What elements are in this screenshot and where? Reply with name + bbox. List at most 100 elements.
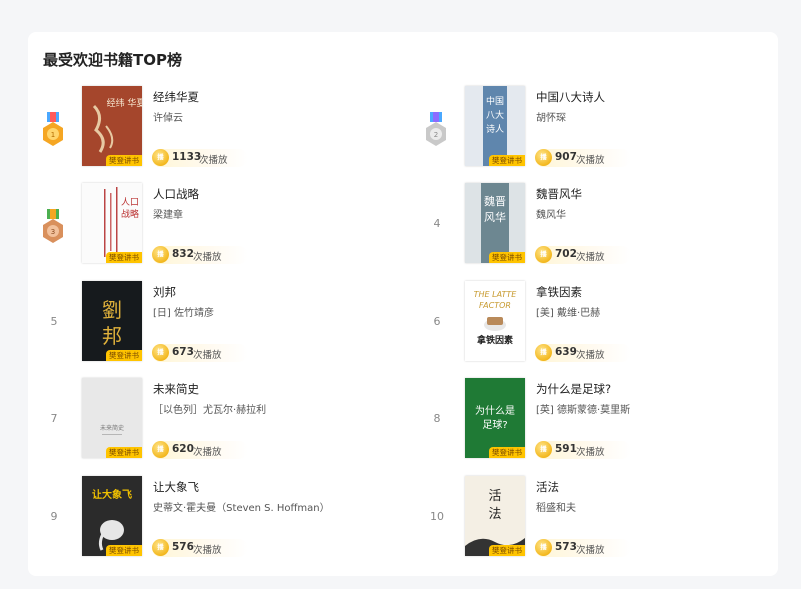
book-cover[interactable]: 活 法 樊登讲书 — [465, 476, 525, 556]
svg-text:让大象飞: 让大象飞 — [92, 488, 132, 501]
play-count: 591 — [555, 443, 577, 455]
svg-text:劉: 劉 — [102, 298, 122, 322]
svg-text:魏晋: 魏晋 — [484, 194, 506, 208]
rank-number: 8 — [433, 412, 441, 425]
svg-text:经纬 华夏: 经纬 华夏 — [107, 97, 142, 109]
book-item-3[interactable]: 3 人口 战略 樊登讲书 人口战略 梁建章 播 832 次播放 — [28, 183, 368, 265]
play-unit: 次播放 — [576, 350, 605, 361]
book-item-10[interactable]: 10 活 法 樊登讲书 活法 稻盛和夫 播 573 次播放 — [411, 476, 751, 558]
fandeng-badge: 樊登讲书 — [106, 155, 142, 166]
book-author: 许倬云 — [153, 113, 183, 124]
play-count-pill: 播 907 次播放 — [535, 149, 631, 167]
play-coin-icon: 播 — [535, 344, 552, 361]
book-title[interactable]: 为什么是足球? — [536, 381, 611, 397]
play-count-pill: 播 673 次播放 — [152, 344, 248, 362]
book-author: 胡怀琛 — [536, 113, 566, 124]
book-cover[interactable]: 让大象飞 樊登讲书 — [82, 476, 142, 556]
play-count: 576 — [172, 541, 194, 553]
play-coin-icon: 播 — [152, 441, 169, 458]
play-coin-icon: 播 — [535, 539, 552, 556]
play-unit: 次播放 — [576, 447, 605, 458]
svg-text:活: 活 — [488, 489, 501, 504]
book-title[interactable]: 经纬华夏 — [153, 89, 199, 105]
book-item-5[interactable]: 5 劉 邦 樊登讲书 刘邦 [日] 佐竹靖彦 播 673 次播放 — [28, 281, 368, 363]
book-author: 魏风华 — [536, 210, 566, 221]
rank-number: 4 — [433, 217, 441, 230]
play-coin-icon: 播 — [535, 441, 552, 458]
book-cover[interactable]: 中国 八大 诗人 樊登讲书 — [465, 86, 525, 166]
svg-text:为什么是: 为什么是 — [475, 405, 515, 417]
play-count: 573 — [555, 541, 577, 553]
book-title[interactable]: 人口战略 — [153, 186, 199, 202]
rank-cell: 10 — [411, 476, 465, 558]
book-item-7[interactable]: 7 未来简史 樊登讲书 未来简史 ［以色列］尤瓦尔·赫拉利 播 620 次播放 — [28, 378, 368, 460]
play-unit: 次播放 — [193, 350, 222, 361]
book-cover[interactable]: 经纬 华夏 樊登讲书 — [82, 86, 142, 166]
book-cover[interactable]: 人口 战略 樊登讲书 — [82, 183, 142, 263]
top-books-panel: 最受欢迎书籍TOP榜 1 经纬 华夏 樊登讲书 经纬华夏 许倬云 播 1133 — [28, 32, 778, 576]
book-title[interactable]: 中国八大诗人 — [536, 89, 605, 105]
play-coin-icon: 播 — [152, 344, 169, 361]
svg-text:法: 法 — [488, 507, 501, 522]
play-count-pill: 播 620 次播放 — [152, 441, 248, 459]
book-item-4[interactable]: 4 魏晋 风华 樊登讲书 魏晋风华 魏风华 播 702 次播放 — [411, 183, 751, 265]
play-unit: 次播放 — [576, 155, 605, 166]
rank-cell: 9 — [28, 476, 82, 558]
svg-text:1: 1 — [51, 131, 55, 139]
play-count-pill: 播 576 次播放 — [152, 539, 248, 557]
play-count: 702 — [555, 248, 577, 260]
rank-cell: 5 — [28, 281, 82, 363]
rank-cell: 3 — [28, 183, 82, 265]
book-author: [美] 戴维·巴赫 — [536, 308, 601, 319]
play-count-pill: 播 702 次播放 — [535, 246, 631, 264]
svg-text:未来简史: 未来简史 — [100, 424, 124, 432]
fandeng-badge: 樊登讲书 — [106, 252, 142, 263]
book-title[interactable]: 活法 — [536, 479, 559, 495]
rank-cell: 4 — [411, 183, 465, 265]
section-title: 最受欢迎书籍TOP榜 — [43, 51, 182, 69]
svg-text:中国: 中国 — [486, 95, 504, 107]
svg-text:FACTOR: FACTOR — [479, 301, 511, 310]
book-author: 梁建章 — [153, 210, 183, 221]
book-author: [英] 德斯蒙德·莫里斯 — [536, 405, 631, 416]
book-title[interactable]: 刘邦 — [153, 284, 176, 300]
book-author: [日] 佐竹靖彦 — [153, 308, 214, 319]
svg-text:诗人: 诗人 — [486, 124, 504, 135]
book-cover[interactable]: THE LATTE FACTOR 拿铁因素 — [465, 281, 525, 361]
svg-text:人口: 人口 — [121, 197, 139, 208]
book-cover[interactable]: 为什么是 足球? 樊登讲书 — [465, 378, 525, 458]
book-item-1[interactable]: 1 经纬 华夏 樊登讲书 经纬华夏 许倬云 播 1133 次播放 — [28, 86, 368, 168]
book-author: 史蒂文·霍夫曼（Steven S. Hoffman） — [153, 503, 330, 514]
play-count-pill: 播 591 次播放 — [535, 441, 631, 459]
book-item-8[interactable]: 8 为什么是 足球? 樊登讲书 为什么是足球? [英] 德斯蒙德·莫里斯 播 5… — [411, 378, 751, 460]
play-unit: 次播放 — [193, 447, 222, 458]
play-count: 639 — [555, 346, 577, 358]
fandeng-badge: 樊登讲书 — [489, 155, 525, 166]
book-cover[interactable]: 魏晋 风华 樊登讲书 — [465, 183, 525, 263]
play-count: 1133 — [172, 151, 202, 163]
book-item-6[interactable]: 6 THE LATTE FACTOR 拿铁因素 拿铁因素 [美] 戴维·巴赫 播… — [411, 281, 751, 363]
rank-number: 7 — [50, 412, 58, 425]
fandeng-badge: 樊登讲书 — [489, 545, 525, 556]
play-count: 907 — [555, 151, 577, 163]
play-coin-icon: 播 — [535, 149, 552, 166]
book-cover[interactable]: 劉 邦 樊登讲书 — [82, 281, 142, 361]
book-title[interactable]: 让大象飞 — [153, 479, 199, 495]
play-coin-icon: 播 — [535, 246, 552, 263]
fandeng-badge: 樊登讲书 — [106, 545, 142, 556]
book-title[interactable]: 拿铁因素 — [536, 284, 582, 300]
fandeng-badge: 樊登讲书 — [106, 447, 142, 458]
gold-medal-icon: 1 — [43, 112, 63, 146]
book-cover[interactable]: 未来简史 樊登讲书 — [82, 378, 142, 458]
rank-cell: 8 — [411, 378, 465, 460]
rank-cell: 7 — [28, 378, 82, 460]
fandeng-badge: 樊登讲书 — [489, 447, 525, 458]
silver-medal-icon: 2 — [426, 112, 446, 146]
play-count: 673 — [172, 346, 194, 358]
book-item-9[interactable]: 9 让大象飞 樊登讲书 让大象飞 史蒂文·霍夫曼（Steven S. Hoffm… — [28, 476, 368, 558]
book-title[interactable]: 魏晋风华 — [536, 186, 582, 202]
svg-text:战略: 战略 — [121, 208, 139, 220]
play-unit: 次播放 — [576, 252, 605, 263]
book-title[interactable]: 未来简史 — [153, 381, 199, 397]
book-item-2[interactable]: 2 中国 八大 诗人 樊登讲书 中国八大诗人 胡怀琛 播 907 次播放 — [411, 86, 751, 168]
